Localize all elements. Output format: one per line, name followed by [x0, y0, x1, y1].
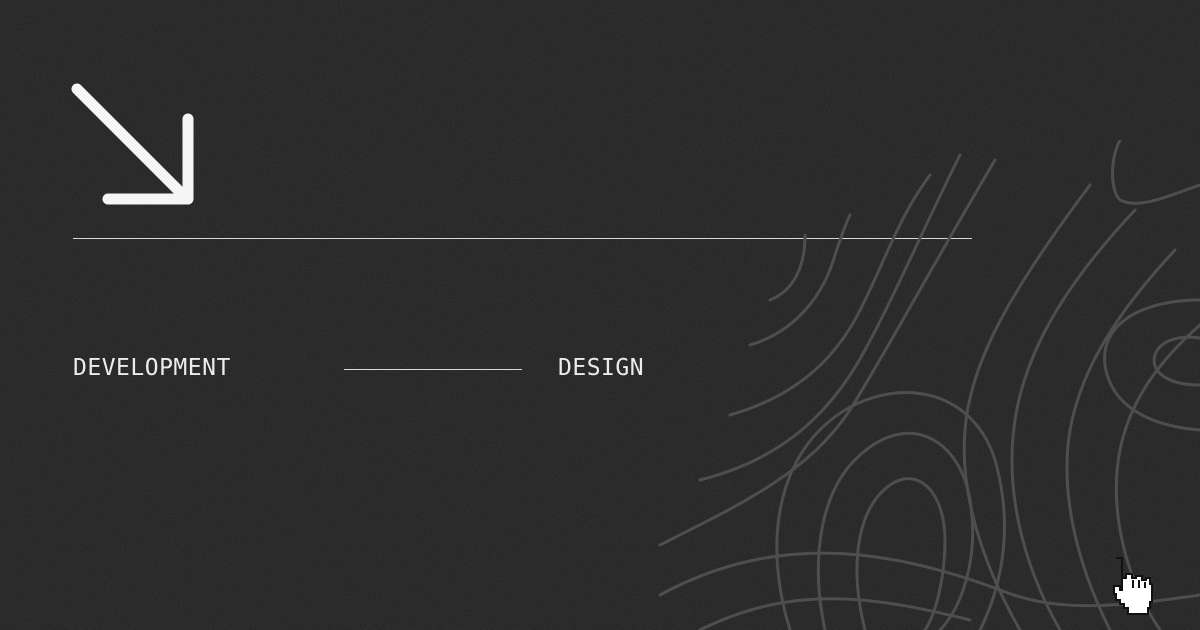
hand-pointer-cursor-icon — [1112, 556, 1154, 616]
development-label: DEVELOPMENT — [73, 355, 231, 381]
arrow-down-right-icon — [71, 83, 194, 205]
middle-divider — [344, 369, 522, 370]
design-label: DESIGN — [558, 355, 645, 381]
banner: DEVELOPMENT DESIGN — [0, 0, 1200, 630]
